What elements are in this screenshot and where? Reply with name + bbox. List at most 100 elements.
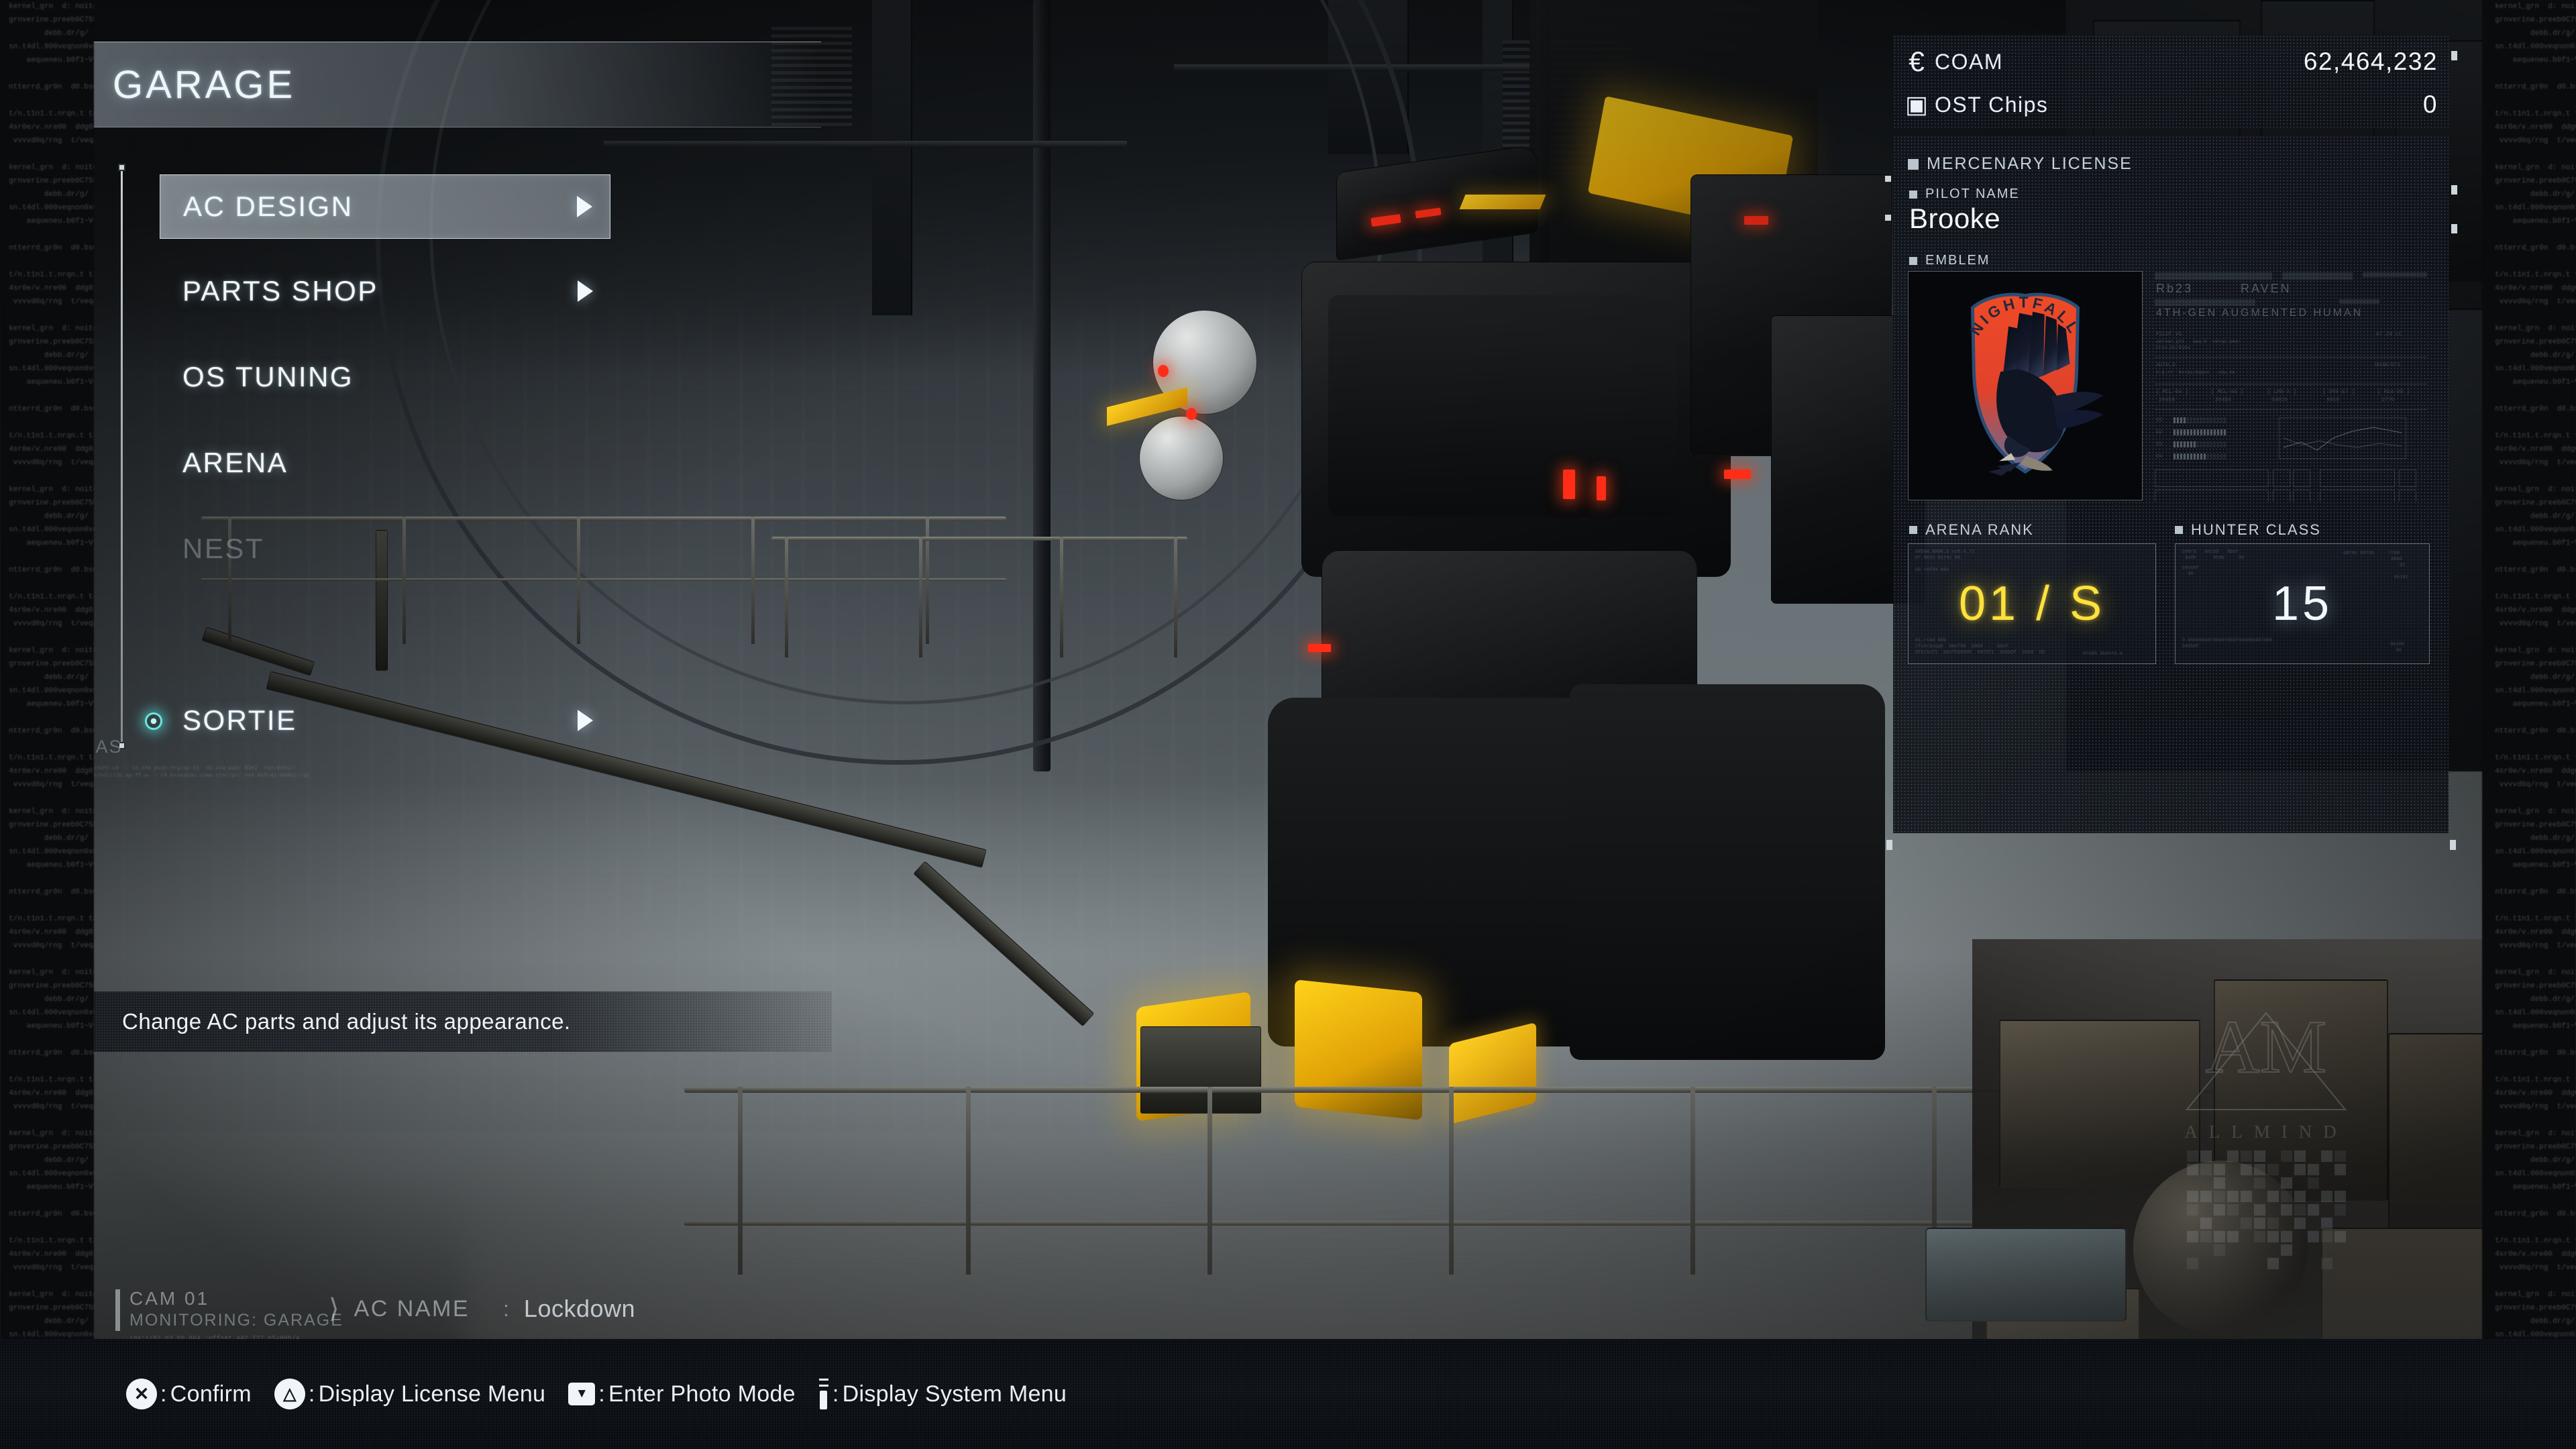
tech-bar-label-0: D1 xyxy=(2156,417,2163,423)
tech-callsign: RAVEN xyxy=(2241,282,2292,295)
bullet-square-icon xyxy=(2175,526,2183,534)
menu-item-nest: NEST xyxy=(160,517,610,581)
ps-cross-icon: ✕ xyxy=(126,1379,157,1409)
tech-header-bar xyxy=(2339,299,2379,304)
mech-shoulder-disc xyxy=(1139,416,1224,500)
mech-shoulder-led xyxy=(1186,408,1197,420)
menu-top-tick xyxy=(118,164,125,171)
currency-block: € COAM 62,464,232 ▣ OST Chips 0 xyxy=(1893,35,2449,129)
emblem-label: EMBLEM xyxy=(1925,253,1990,268)
menu-item-label: ARENA xyxy=(182,447,288,478)
tech-chip-0: [ MCL-04 ] xyxy=(2156,389,2189,395)
emblem-field-label: EMBLEM xyxy=(1909,253,1990,268)
menu-item-label: NEST xyxy=(182,533,265,564)
mercenary-license-block: MERCENARY LICENSE PILOT NAME Brooke EMBL… xyxy=(1893,136,2449,833)
tech-id-code: Rb23 xyxy=(2156,282,2194,295)
prompt-separator: : xyxy=(160,1381,167,1407)
button-prompt-bar: ✕ : Confirm △ : Display License Menu ▼ :… xyxy=(0,1339,2576,1449)
emblem-box[interactable]: NIGHTFALL xyxy=(1908,271,2143,500)
tech-bar-row xyxy=(2174,441,2226,447)
currency-row-coam: € COAM 62,464,232 xyxy=(1893,40,2449,83)
tech-row-pilot-value: A7.28 LC xyxy=(2376,331,2402,337)
page-title: GARAGE xyxy=(113,62,296,107)
camera-monitoring-label: MONITORING: GARAGE xyxy=(129,1311,343,1330)
license-panel: € COAM 62,464,232 ▣ OST Chips 0 MERCENAR… xyxy=(1893,35,2449,833)
currency-value: 62,464,232 xyxy=(2303,48,2438,75)
mech-head-accent xyxy=(1459,195,1546,209)
tech-chip-val-0: 20458 xyxy=(2159,397,2176,403)
panel-tick-l1 xyxy=(1885,176,1891,182)
panel-tick-r1 xyxy=(2451,185,2457,195)
page-title-bar: GARAGE xyxy=(83,42,821,127)
tech-bar-row xyxy=(2174,429,2226,435)
prompt-confirm[interactable]: ✕ : Confirm xyxy=(126,1379,252,1409)
prompt-label: Display System Menu xyxy=(842,1381,1067,1407)
description-bar: Change AC parts and adjust its appearanc… xyxy=(87,991,832,1052)
camera-info-bar xyxy=(115,1289,120,1331)
dpad-down-icon: ▼ xyxy=(568,1383,596,1405)
panel-tick-r2 xyxy=(2451,224,2457,233)
arena-rank-box: ARENA.RANK.b vs0.4.71 07.0031 01r01 00 0… xyxy=(1908,543,2156,664)
menu-item-arena[interactable]: ARENA xyxy=(160,431,610,495)
mech-leg-led xyxy=(1308,644,1331,652)
bullet-square-icon xyxy=(1909,256,1917,265)
currency-value: 0 xyxy=(2422,91,2438,118)
prompt-separator: : xyxy=(832,1381,839,1407)
prompt-enter-photo-mode[interactable]: ▼ : Enter Photo Mode xyxy=(568,1381,796,1407)
menu-rule xyxy=(121,168,123,746)
tech-chip-val-3: 9850 xyxy=(2326,397,2340,403)
tech-chip-2: [ LM9-X ] xyxy=(2267,389,2297,395)
panel-tick-bl xyxy=(1886,840,1892,850)
prompt-label: Display License Menu xyxy=(318,1381,546,1407)
tech-bar-row xyxy=(2174,453,2226,460)
tech-row-auth-label: AUTH.D xyxy=(2156,362,2176,368)
mech-core-led xyxy=(1563,470,1575,499)
menu-item-sortie[interactable]: SORTIE xyxy=(145,688,610,753)
tech-header-bar xyxy=(2155,272,2272,280)
tech-bar-label-3: D4 xyxy=(2156,453,2163,460)
currency-row-ost-chips: ▣ OST Chips 0 xyxy=(1893,83,2449,126)
tech-chip-1: [ MCL-04 ] xyxy=(2211,389,2244,395)
mech-arm-led xyxy=(1724,470,1751,479)
tech-header-bar xyxy=(2363,272,2427,277)
currency-name: OST Chips xyxy=(1935,92,2049,117)
machinery-panel xyxy=(1925,1228,2127,1322)
ac-name-value: Lockdown xyxy=(523,1295,636,1322)
currency-name: COAM xyxy=(1935,49,2003,74)
allmind-watermark: AM ALLMIND xyxy=(2132,1005,2400,1269)
tech-row-auth-value: OH3B/071 xyxy=(2375,362,2401,368)
allmind-wordmark: ALLMIND xyxy=(2184,1122,2348,1142)
bullet-square-icon xyxy=(1909,190,1917,199)
euro-icon: € xyxy=(1909,46,1925,77)
tech-chip-4: [ RS4-08 ] xyxy=(2377,389,2410,395)
tech-mini-chart xyxy=(2279,417,2406,459)
catwalk-railing xyxy=(771,537,1187,657)
tech-header-bar xyxy=(2282,272,2353,280)
chevron-double-icon: ⟩ xyxy=(329,1294,339,1324)
prompt-label: Enter Photo Mode xyxy=(608,1381,796,1407)
tech-classification: 4TH-GEN AUGMENTED HUMAN xyxy=(2156,307,2363,319)
description-text: Change AC parts and adjust its appearanc… xyxy=(122,1009,571,1034)
ac-name-display: ⟩ AC NAME : Lockdown xyxy=(329,1293,635,1324)
arena-rank-label: ARENA RANK xyxy=(1925,521,2034,538)
tech-chip-3: [ DR9-E7 ] xyxy=(2322,389,2355,395)
tech-chip-val-2: 5481h xyxy=(2271,397,2288,403)
left-edge-code-texture: kernel_grn d: noitghti/rng/rgn/t grnveri… xyxy=(0,0,94,1449)
license-section-title: MERCENARY LICENSE xyxy=(1927,154,2133,173)
license-section-header: MERCENARY LICENSE xyxy=(1908,154,2133,174)
right-edge-code-texture: kernel_grn d: noitghti/rng/rgn/t grnveri… xyxy=(2482,0,2576,1449)
prompt-display-license-menu[interactable]: △ : Display License Menu xyxy=(274,1379,545,1409)
menu-item-parts-shop[interactable]: PARTS SHOP xyxy=(160,259,610,323)
panel-tick-br xyxy=(2450,840,2456,850)
menu-item-ac-design[interactable]: AC DESIGN xyxy=(160,174,610,239)
tech-readout: Rb23 RAVEN 4TH-GEN AUGMENTED HUMAN PILOT… xyxy=(2155,268,2430,502)
tech-row-pilot-label: PILOT VG xyxy=(2156,331,2182,337)
mech-core-led xyxy=(1597,476,1606,500)
prompt-display-system-menu[interactable]: : Display System Menu xyxy=(818,1379,1067,1409)
tech-chip-val-4: 1770 xyxy=(2381,397,2395,403)
pilot-name-label: PILOT NAME xyxy=(1925,186,2020,201)
ac-name-label: AC NAME xyxy=(354,1295,470,1322)
arena-rank-value: 01 / S xyxy=(1958,577,2106,631)
hunter-class-field-label: HUNTER CLASS xyxy=(2175,521,2321,539)
menu-item-os-tuning[interactable]: OS TUNING xyxy=(160,345,610,409)
